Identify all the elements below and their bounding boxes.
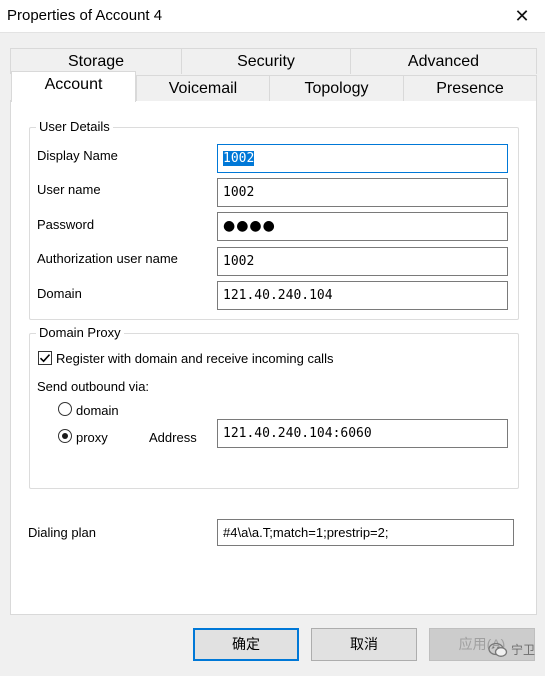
register-checkbox-label[interactable]: Register with domain and receive incomin…: [56, 351, 333, 366]
checkmark-icon: [39, 354, 51, 363]
dialing-plan-label: Dialing plan: [28, 525, 96, 540]
tab-row-front: Account Voicemail Topology Presence: [10, 71, 537, 102]
ok-button[interactable]: 确定: [193, 628, 299, 661]
radio-domain-label[interactable]: domain: [76, 403, 119, 418]
wechat-icon: [488, 642, 508, 657]
account-tab-panel: User Details Display Name 1002 User name…: [10, 100, 537, 615]
send-outbound-label: Send outbound via:: [37, 379, 150, 394]
dialing-plan-field[interactable]: #4\a\a.T;match=1;prestrip=2;: [217, 519, 514, 546]
display-name-field[interactable]: 1002: [217, 144, 508, 173]
radio-domain[interactable]: [58, 402, 72, 416]
tab-topology[interactable]: Topology: [269, 75, 404, 101]
password-label: Password: [37, 217, 95, 232]
display-name-label: Display Name: [37, 148, 118, 163]
close-icon[interactable]: ✕: [499, 0, 545, 32]
tab-advanced[interactable]: Advanced: [350, 48, 537, 74]
domain-proxy-label: Domain Proxy: [36, 325, 124, 340]
tab-voicemail[interactable]: Voicemail: [136, 75, 270, 101]
radio-proxy-label[interactable]: proxy: [76, 430, 108, 445]
radio-selected-dot: [62, 433, 68, 439]
tab-presence[interactable]: Presence: [403, 75, 537, 101]
domain-label: Domain: [37, 286, 82, 301]
user-details-label: User Details: [36, 119, 113, 134]
display-name-value: 1002: [223, 151, 255, 166]
proxy-address-field[interactable]: 121.40.240.104:6060: [217, 419, 508, 448]
window-title: Properties of Account 4: [7, 7, 163, 24]
watermark: 宁卫: [488, 641, 535, 658]
cancel-button[interactable]: 取消: [311, 628, 417, 661]
domain-field[interactable]: 121.40.240.104: [217, 281, 508, 310]
password-field[interactable]: ●●●●: [217, 212, 508, 241]
tab-security[interactable]: Security: [181, 48, 351, 74]
watermark-text: 宁卫: [510, 643, 535, 657]
tab-account[interactable]: Account: [11, 71, 136, 102]
register-checkbox[interactable]: [38, 351, 52, 365]
user-name-field[interactable]: 1002: [217, 178, 508, 207]
address-label: Address: [149, 430, 197, 445]
radio-proxy[interactable]: [58, 429, 72, 443]
title-bar: Properties of Account 4 ✕: [0, 0, 545, 33]
auth-user-name-label: Authorization user name: [37, 251, 178, 266]
auth-user-name-field[interactable]: 1002: [217, 247, 508, 276]
user-name-label: User name: [37, 182, 101, 197]
